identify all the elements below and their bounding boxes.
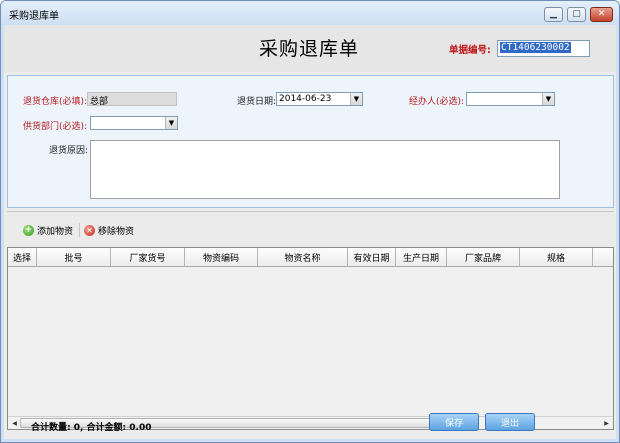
warehouse-field[interactable]: 总部 [87, 92, 177, 107]
toolbar: + 添加物资 ✕ 移除物资 [7, 211, 614, 247]
save-button[interactable]: 保存 [429, 413, 479, 431]
page-title: 采购退库单 [259, 38, 360, 60]
window-client-area: 采购退库单 单据编号: CT1406230002 退货仓库(必填): 总部 退货… [4, 25, 616, 439]
minimize-button[interactable]: ▁ [544, 7, 563, 22]
add-material-button[interactable]: + 添加物资 [23, 224, 73, 237]
handler-label: 经办人(必选): [409, 97, 465, 107]
col-header-batch[interactable]: 批号 [37, 248, 111, 267]
close-icon: ✕ [597, 9, 606, 19]
reason-textarea[interactable] [90, 140, 560, 199]
col-header-production-date[interactable]: 生产日期 [396, 248, 447, 267]
chevron-down-icon[interactable]: ▼ [350, 93, 362, 105]
window-title: 采购退库单 [9, 11, 59, 22]
plus-icon: + [23, 225, 34, 236]
add-material-label: 添加物资 [37, 227, 74, 237]
doc-no-field[interactable]: CT1406230002 [497, 40, 590, 57]
scroll-left-icon[interactable]: ◀ [9, 418, 20, 429]
toolbar-divider [79, 223, 80, 237]
return-date-label: 退货日期: [237, 97, 277, 107]
col-header-select[interactable]: 选择 [8, 248, 37, 267]
chevron-down-icon[interactable]: ▼ [542, 93, 554, 105]
exit-button[interactable]: 退出 [485, 413, 535, 431]
maximize-button[interactable]: ▢ [567, 7, 586, 22]
handler-select[interactable]: ▼ [466, 92, 555, 106]
purchase-return-window: 采购退库单 ▁ ▢ ✕ 采购退库单 单据编号: CT1406230002 退货仓… [0, 0, 620, 443]
col-header-expiry-date[interactable]: 有效日期 [348, 248, 396, 267]
remove-material-label: 移除物资 [98, 227, 135, 237]
maximize-icon: ▢ [572, 9, 581, 19]
col-header-material-name[interactable]: 物资名称 [258, 248, 348, 267]
minimize-icon: ▁ [550, 9, 557, 19]
form-panel: 退货仓库(必填): 总部 退货日期: 2014-06-23 ▼ 经办人(必选):… [7, 75, 614, 208]
col-header-vendor-code[interactable]: 厂家货号 [111, 248, 185, 267]
title-bar[interactable]: 采购退库单 ▁ ▢ ✕ [1, 1, 619, 25]
scroll-right-icon[interactable]: ▶ [601, 418, 612, 429]
supply-dept-label: 供货部门(必选): [23, 122, 88, 132]
warehouse-label: 退货仓库(必填): [23, 97, 88, 107]
return-date-picker[interactable]: 2014-06-23 ▼ [276, 92, 363, 106]
remove-icon: ✕ [84, 225, 95, 236]
col-header-spec[interactable]: 规格 [520, 248, 593, 267]
materials-grid[interactable]: 选择 批号 厂家货号 物资编码 物资名称 有效日期 生产日期 厂家品牌 规格 ◀… [7, 247, 614, 430]
summary-text: 合计数量: 0, 合计金额: 0.00 [31, 423, 152, 433]
reason-label: 退货原因: [49, 146, 89, 156]
grid-header: 选择 批号 厂家货号 物资编码 物资名称 有效日期 生产日期 厂家品牌 规格 [8, 248, 613, 267]
chevron-down-icon[interactable]: ▼ [165, 117, 177, 129]
col-header-material-code[interactable]: 物资编码 [185, 248, 258, 267]
remove-material-button[interactable]: ✕ 移除物资 [84, 224, 134, 237]
return-date-value: 2014-06-23 [279, 94, 332, 104]
header-band: 采购退库单 单据编号: CT1406230002 [4, 25, 616, 72]
col-header-filler [593, 248, 613, 267]
doc-no-label: 单据编号: [449, 45, 491, 56]
doc-no-value: CT1406230002 [500, 42, 571, 53]
col-header-brand[interactable]: 厂家品牌 [447, 248, 520, 267]
close-button[interactable]: ✕ [590, 7, 613, 22]
supply-dept-select[interactable]: ▼ [90, 116, 178, 130]
